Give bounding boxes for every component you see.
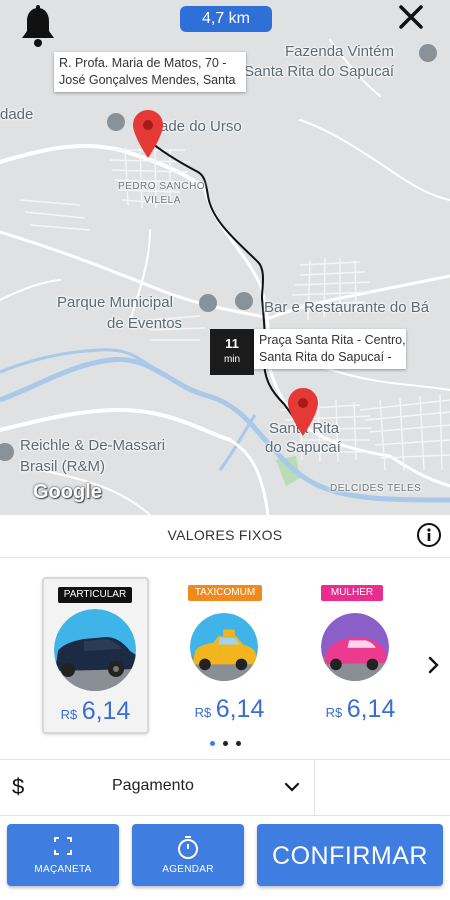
agendar-label: AGENDAR <box>162 864 214 875</box>
carousel-pager <box>208 741 244 749</box>
payment-row: $ Pagamento <box>0 759 450 816</box>
pager-dot <box>236 741 241 746</box>
ride-option-badge: TAXICOMUM <box>188 585 262 601</box>
origin-pin-icon <box>133 110 163 158</box>
origin-address-line1: R. Profa. Maria de Matos, 70 - <box>59 56 227 70</box>
map-label-rm: Brasil (R&M) <box>20 458 105 475</box>
fixed-values-header: VALORES FIXOS <box>0 515 450 558</box>
close-icon[interactable] <box>394 2 428 32</box>
map-label-fazenda: Fazenda Vintém <box>285 43 394 60</box>
map-label-reichle: Reichle & De-Massari <box>20 437 166 454</box>
price-value: 6,14 <box>346 695 396 723</box>
destination-address-line2: Santa Rita do Sapucaí - <box>259 350 392 364</box>
ride-option-taxicomum[interactable]: TAXICOMUM R$ 6,14 <box>178 577 281 730</box>
map-label-parque: Parque Municipal <box>57 294 173 311</box>
payment-method-select[interactable]: $ Pagamento <box>0 760 315 815</box>
map-label-vilela: VILELA <box>144 195 181 206</box>
dollar-icon: $ <box>12 774 25 799</box>
price-currency: R$ <box>325 705 343 720</box>
price-value: 6,14 <box>215 695 265 723</box>
car-mulher-icon <box>321 613 389 681</box>
confirmar-label: CONFIRMAR <box>272 842 428 870</box>
price-currency: R$ <box>60 707 78 722</box>
ride-option-particular[interactable]: PARTICULAR R$ 6,14 <box>42 577 149 734</box>
destination-address-line1: Praça Santa Rita - Centro, <box>259 333 406 347</box>
fixed-values-title: VALORES FIXOS <box>167 527 283 543</box>
price-value: 6,14 <box>81 697 131 725</box>
notification-bell-icon[interactable] <box>18 4 58 48</box>
ride-option-price: R$ 6,14 <box>178 695 281 724</box>
price-currency: R$ <box>194 705 212 720</box>
confirmar-button[interactable]: CONFIRMAR <box>257 824 443 886</box>
travel-time-badge: 11 min <box>210 329 254 375</box>
ride-option-price: R$ 6,14 <box>309 695 412 724</box>
origin-address-line2: José Gonçalves Mendes, Santa <box>59 73 236 87</box>
car-taxi-icon <box>190 613 258 681</box>
payment-method-label: Pagamento <box>112 777 194 794</box>
ride-option-badge: MULHER <box>321 585 383 601</box>
google-logo: Google <box>33 481 102 503</box>
scan-frame-icon <box>54 837 72 855</box>
stopwatch-icon <box>178 836 198 859</box>
car-particular-icon <box>54 609 136 691</box>
map-label-dade: dade <box>0 106 34 123</box>
ride-option-price: R$ 6,14 <box>44 697 147 726</box>
info-icon[interactable] <box>416 522 442 548</box>
pager-dot <box>223 741 228 746</box>
map-label-pedro-sancho: PEDRO SANCHO <box>118 181 206 192</box>
macaneta-label: MAÇANETA <box>34 864 92 875</box>
destination-address-callout[interactable]: Praça Santa Rita - Centro, Santa Rita do… <box>254 329 406 369</box>
origin-address-callout[interactable]: R. Profa. Maria de Matos, 70 - José Gonç… <box>54 52 246 92</box>
destination-pin-icon <box>288 388 318 436</box>
chevron-right-icon[interactable] <box>426 654 442 676</box>
chevron-down-icon <box>284 782 300 792</box>
pager-dot-active <box>210 741 215 746</box>
macaneta-button[interactable]: MAÇANETA <box>7 824 119 886</box>
agendar-button[interactable]: AGENDAR <box>132 824 244 886</box>
map-label-santa-rita-region: Santa Rita do Sapucaí <box>244 63 395 80</box>
map-label-eventos: de Eventos <box>107 315 183 332</box>
map-label-bar: Bar e Restaurante do Bá <box>264 299 430 316</box>
travel-time-value: 11 <box>225 336 239 351</box>
ride-option-mulher[interactable]: MULHER R$ 6,14 <box>309 577 412 730</box>
map-label-delcides: DELCIDES TELES <box>330 483 422 494</box>
payment-extra-field[interactable] <box>315 760 450 815</box>
distance-badge: 4,7 km <box>180 6 272 32</box>
map-view[interactable]: Fazenda Vintém Santa Rita do Sapucaí dad… <box>0 0 450 515</box>
map-label-do-sapucai: do Sapucaí <box>265 439 341 456</box>
ride-screen: Fazenda Vintém Santa Rita do Sapucaí dad… <box>0 0 450 900</box>
travel-time-unit: min <box>223 354 241 365</box>
ride-option-badge: PARTICULAR <box>58 587 132 603</box>
map-label-urso: ade do Urso <box>160 118 242 135</box>
